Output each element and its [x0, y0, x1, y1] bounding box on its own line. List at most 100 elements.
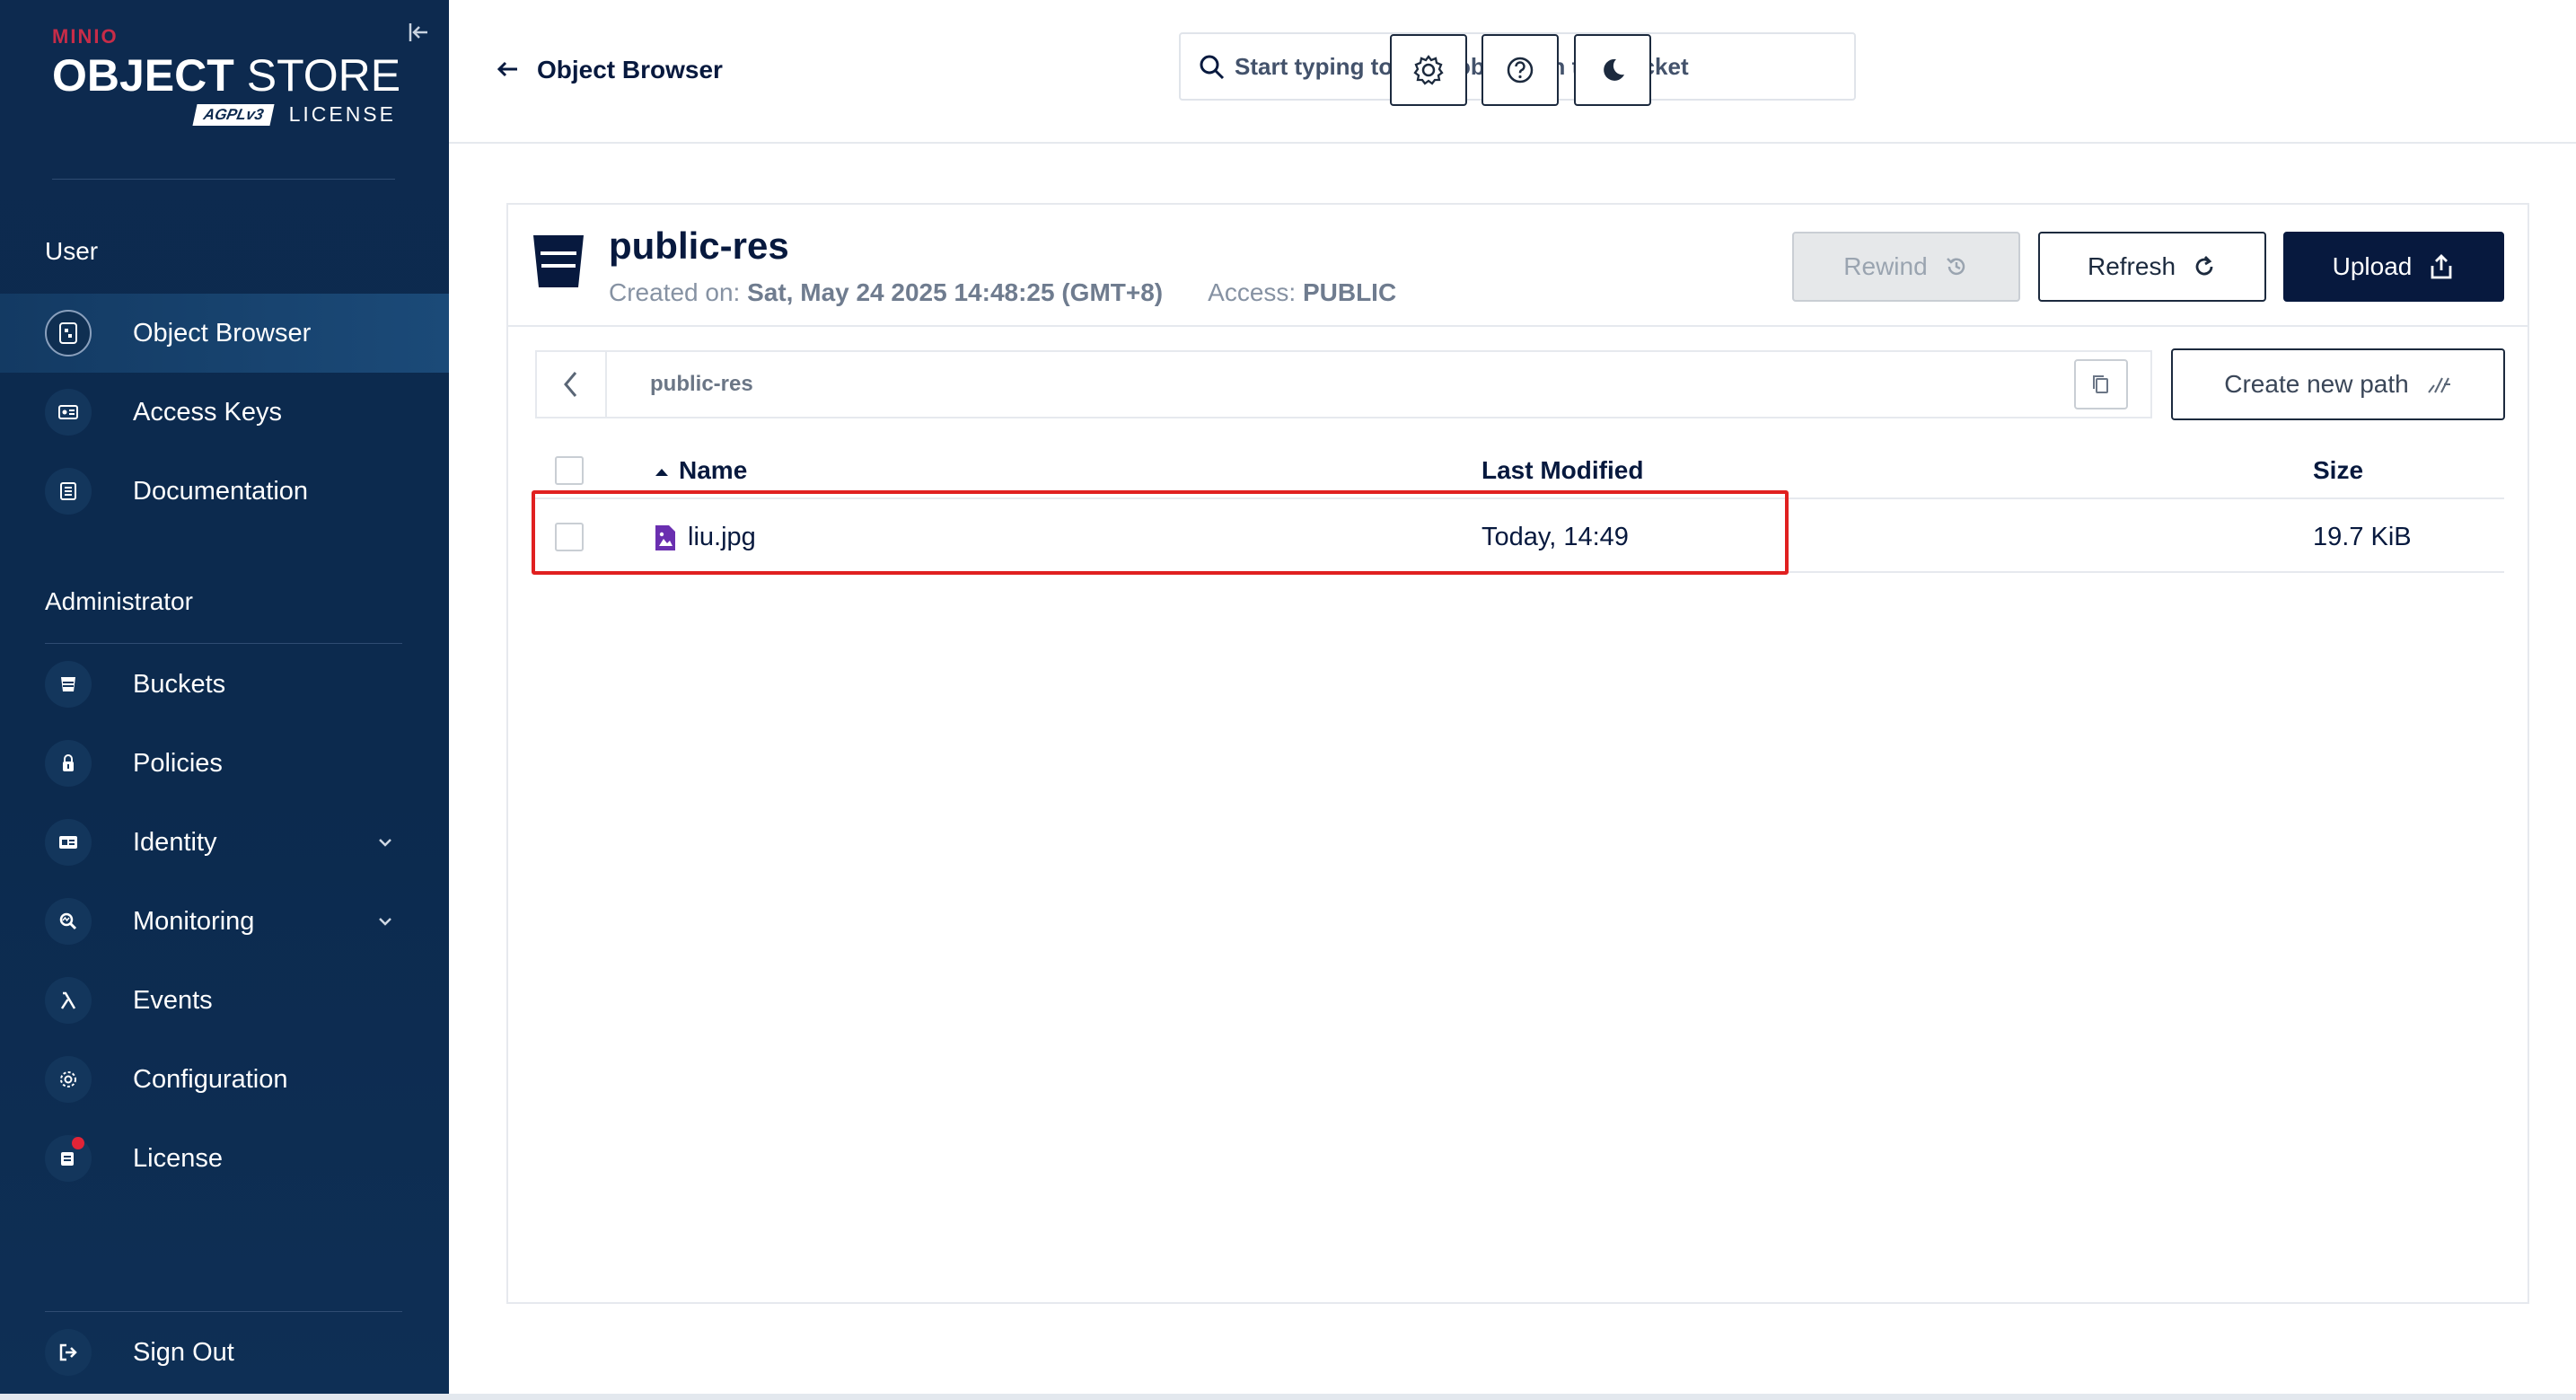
sidebar-item-label: Buckets — [133, 669, 226, 699]
breadcrumb: public-res — [535, 350, 2152, 418]
row-checkbox[interactable] — [555, 523, 584, 551]
sidebar-item-label: Access Keys — [133, 397, 282, 427]
search-icon — [1200, 55, 1225, 80]
dark-mode-toggle[interactable] — [1574, 34, 1651, 106]
bottom-strip — [0, 1394, 2576, 1400]
chevron-down-icon[interactable] — [377, 911, 393, 932]
sidebar-item-policies[interactable]: Policies — [0, 724, 449, 803]
identity-icon — [45, 819, 92, 866]
refresh-button[interactable]: Refresh — [2038, 232, 2266, 302]
object-browser-icon — [45, 310, 92, 357]
file-name: liu.jpg — [688, 523, 756, 551]
column-header-last-modified[interactable]: Last Modified — [1481, 456, 1643, 485]
section-title-administrator: Administrator — [45, 587, 193, 615]
refresh-label: Refresh — [2087, 252, 2176, 280]
upload-icon — [2431, 254, 2452, 279]
chevron-down-icon[interactable] — [377, 832, 393, 853]
monitoring-icon — [45, 898, 92, 945]
bucket-icon — [533, 235, 584, 287]
sidebar-item-object-browser[interactable]: Object Browser — [0, 294, 449, 373]
rewind-button[interactable]: Rewind — [1792, 232, 2020, 302]
documentation-icon — [45, 468, 92, 515]
dark-mode-icon — [1604, 58, 1624, 81]
access-keys-icon — [45, 389, 92, 436]
create-new-path-label: Create new path — [2224, 370, 2409, 398]
sidebar-item-monitoring[interactable]: Monitoring — [0, 882, 449, 961]
agpl-badge: AGPLv3 — [192, 103, 276, 126]
sign-out-button[interactable]: Sign Out — [0, 1313, 449, 1392]
sidebar: MINIO OBJECT STORE AGPLv3 LICENSE User O… — [0, 0, 449, 1394]
settings-icon — [1413, 55, 1444, 85]
new-path-icon — [2427, 377, 2450, 393]
top-header: Object Browser Start typing to filter ob… — [449, 0, 2576, 144]
sidebar-item-label: Monitoring — [133, 906, 255, 936]
divider — [52, 179, 395, 180]
lambda-icon — [45, 977, 92, 1024]
sidebar-item-identity[interactable]: Identity — [0, 803, 449, 882]
bucket-name: public-res — [609, 225, 789, 267]
column-header-name[interactable]: Name — [654, 456, 747, 485]
help-icon — [1507, 57, 1534, 84]
select-all-checkbox[interactable] — [555, 456, 584, 485]
created-value: Sat, May 24 2025 14:48:25 (GMT+8) — [747, 278, 1164, 306]
bucket-browser-card: public-res Created on: Sat, May 24 2025 … — [506, 203, 2529, 1304]
last-modified-cell: Today, 14:49 — [1481, 523, 1629, 551]
chevron-left-icon — [564, 372, 577, 397]
sidebar-item-license[interactable]: License — [0, 1119, 449, 1198]
divider — [45, 643, 402, 644]
create-new-path-button[interactable]: Create new path — [2171, 348, 2505, 420]
copy-icon — [2093, 375, 2108, 393]
sidebar-item-events[interactable]: Events — [0, 961, 449, 1040]
minio-logo[interactable]: MINIO OBJECT STORE AGPLv3 LICENSE — [52, 27, 402, 135]
sign-out-label: Sign Out — [133, 1337, 234, 1367]
sidebar-item-documentation[interactable]: Documentation — [0, 452, 449, 531]
access-value: PUBLIC — [1302, 278, 1397, 306]
license-icon — [45, 1135, 92, 1182]
current-path: public-res — [650, 372, 753, 396]
bucket-header: public-res Created on: Sat, May 24 2025 … — [508, 205, 2528, 327]
upload-label: Upload — [2332, 252, 2413, 280]
bucket-meta: Created on: Sat, May 24 2025 14:48:25 (G… — [609, 278, 1396, 307]
image-file-icon — [655, 524, 675, 550]
notification-dot — [72, 1137, 84, 1149]
sort-up-icon — [655, 468, 668, 476]
section-title-user: User — [45, 237, 99, 265]
size-cell: 19.7 KiB — [2313, 523, 2412, 551]
refresh-icon — [2195, 256, 2213, 276]
sidebar-item-access-keys[interactable]: Access Keys — [0, 373, 449, 452]
help-button[interactable] — [1481, 34, 1559, 106]
sidebar-item-label: Events — [133, 985, 213, 1015]
table-row[interactable]: liu.jpg Today, 14:49 19.7 KiB — [535, 501, 2504, 573]
gear-icon — [45, 1056, 92, 1103]
rewind-label: Rewind — [1843, 252, 1928, 280]
column-header-size[interactable]: Size — [2313, 456, 2363, 485]
table-header: Name Last Modified Size — [535, 440, 2504, 499]
settings-button[interactable] — [1390, 34, 1467, 106]
arrow-left-icon — [496, 55, 519, 85]
sidebar-item-label: Identity — [133, 827, 217, 857]
history-icon — [1946, 258, 1965, 276]
sidebar-item-label: License — [133, 1143, 223, 1173]
back-to-object-browser-link[interactable]: Object Browser — [496, 52, 723, 88]
policies-icon — [45, 740, 92, 787]
sidebar-item-configuration[interactable]: Configuration — [0, 1040, 449, 1119]
sidebar-item-label: Policies — [133, 748, 223, 778]
back-link-label: Object Browser — [537, 56, 723, 84]
sign-out-icon — [45, 1329, 92, 1376]
path-back-button[interactable] — [537, 352, 607, 417]
copy-path-button[interactable] — [2074, 359, 2128, 409]
sidebar-item-label: Configuration — [133, 1064, 288, 1094]
sidebar-item-buckets[interactable]: Buckets — [0, 645, 449, 724]
logo-brand: MINIO — [52, 25, 119, 48]
upload-button[interactable]: Upload — [2283, 232, 2504, 302]
collapse-sidebar-button[interactable] — [402, 16, 435, 48]
divider — [45, 1311, 402, 1312]
collapse-left-icon — [409, 23, 427, 41]
file-name-cell[interactable]: liu.jpg — [654, 523, 756, 552]
bucket-icon — [45, 661, 92, 708]
logo-product: OBJECT STORE — [52, 50, 401, 101]
access-label: Access: — [1208, 278, 1297, 306]
logo-license: LICENSE — [288, 102, 396, 126]
sidebar-item-label: Documentation — [133, 476, 309, 506]
created-label: Created on: — [609, 278, 741, 306]
